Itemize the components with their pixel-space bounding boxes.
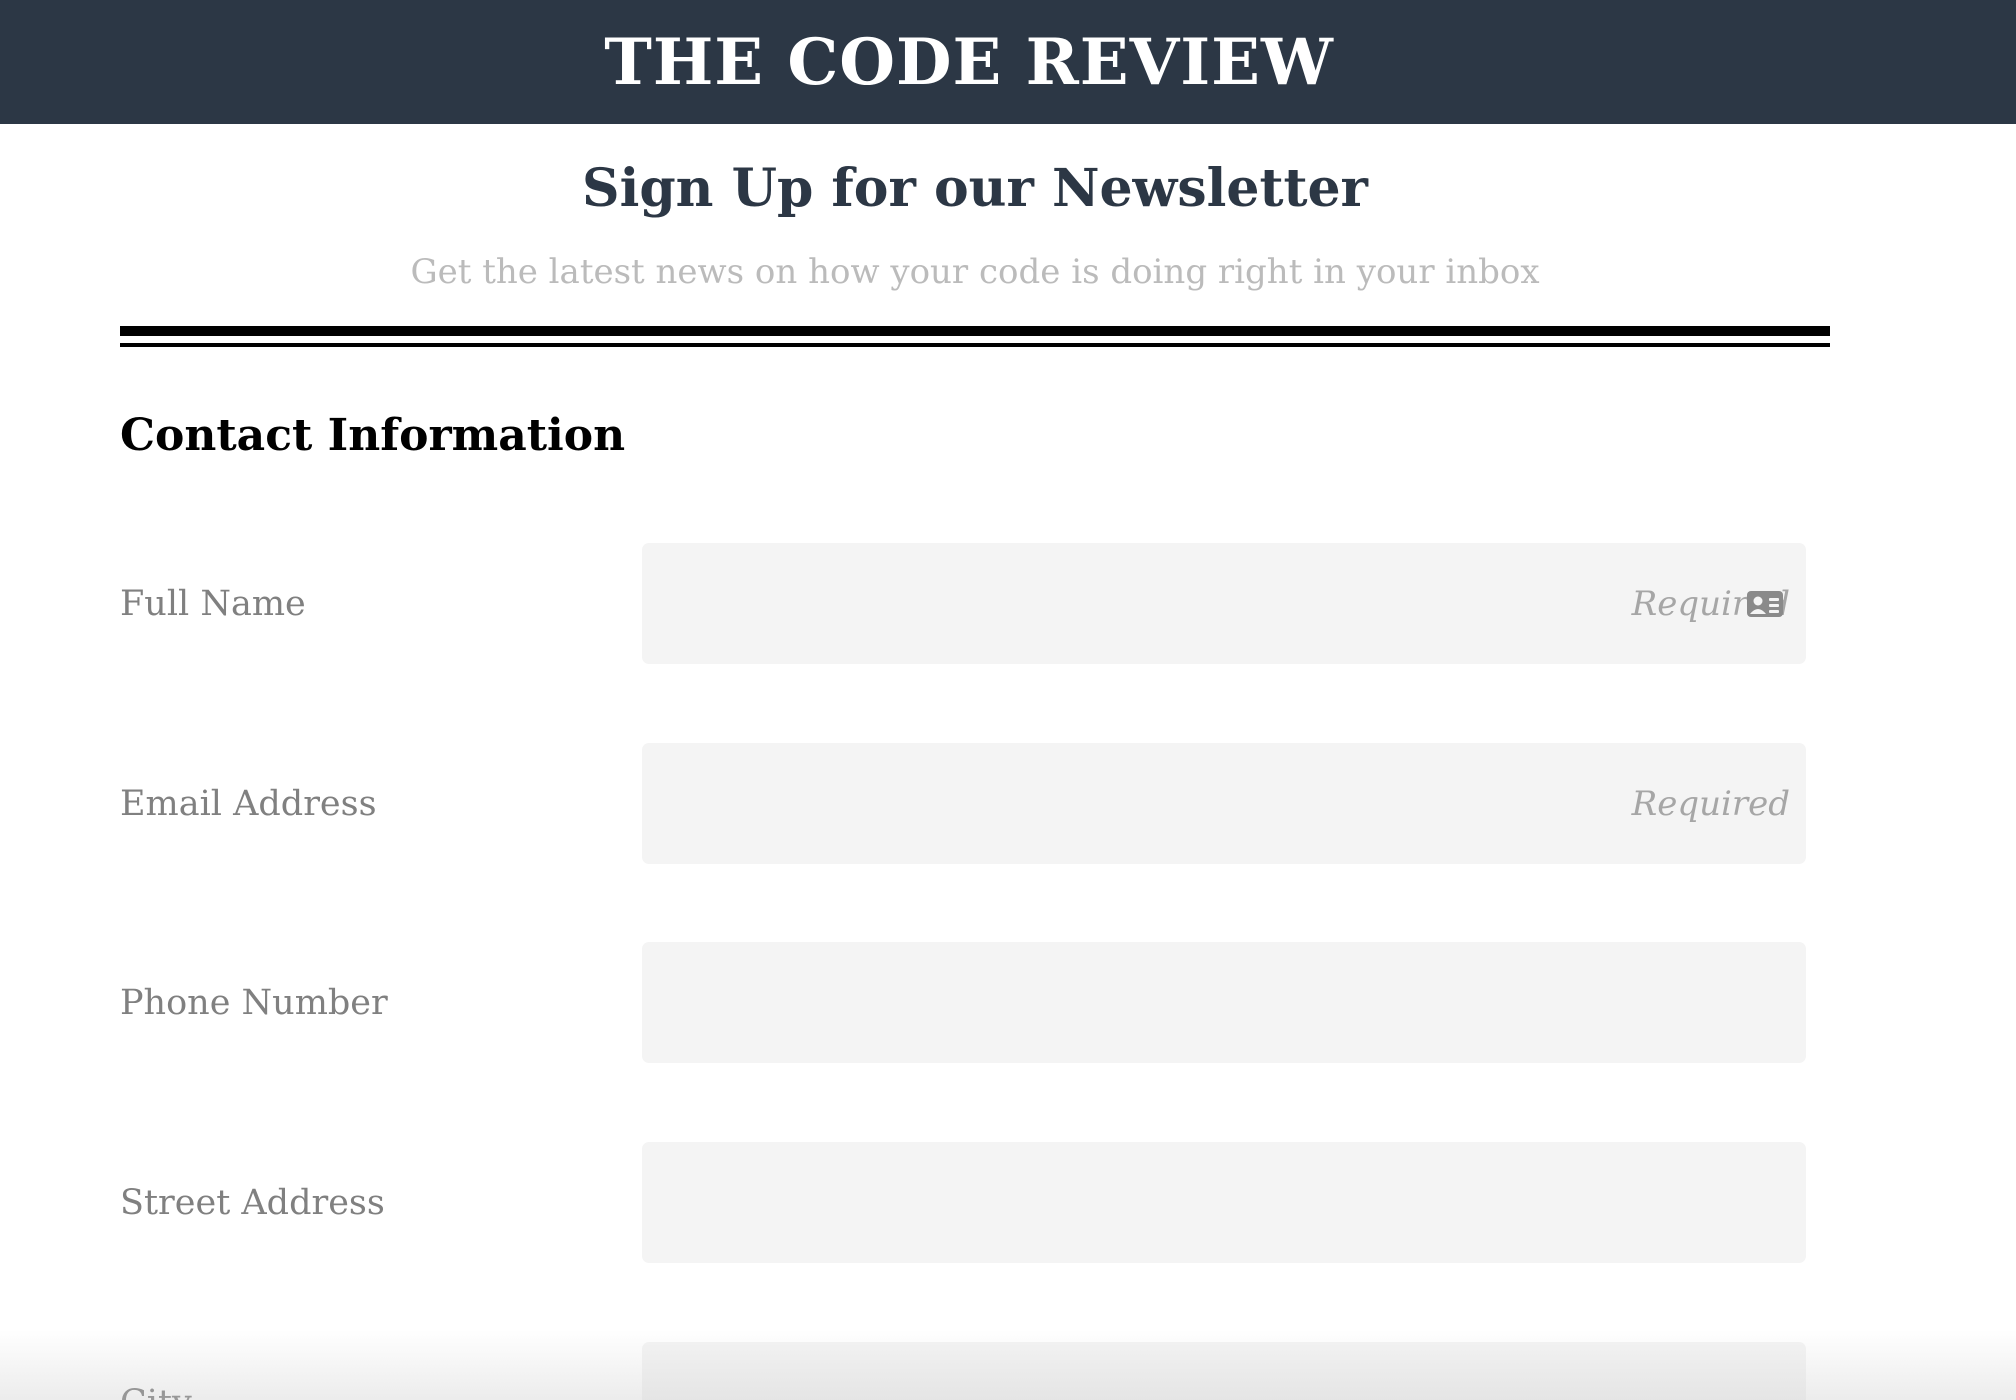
email-address-label: Email Address [120,783,377,824]
phone-number-row: Phone Number [120,942,1806,1063]
site-title: THE CODE REVIEW [604,24,1334,100]
full-name-input[interactable] [642,543,1806,664]
street-address-row: Street Address [120,1142,1806,1263]
full-name-row: Full Name [120,543,1806,664]
signup-title: Sign Up for our Newsletter [582,158,1368,219]
contact-information-heading: Contact Information [120,410,626,461]
street-address-label: Street Address [120,1182,385,1223]
city-input[interactable] [642,1342,1806,1400]
signup-subtitle: Get the latest news on how your code is … [410,252,1540,292]
newsletter-page: THE CODE REVIEW Sign Up for our Newslett… [0,0,2016,1400]
email-address-row: Email Address [120,743,1806,864]
phone-number-label: Phone Number [120,982,388,1023]
phone-number-input[interactable] [642,942,1806,1063]
street-address-input[interactable] [642,1142,1806,1263]
contact-card-icon[interactable] [1746,589,1784,619]
city-row: City [120,1342,1806,1400]
double-divider [120,326,1830,347]
site-header: THE CODE REVIEW [0,0,2016,124]
full-name-label: Full Name [120,583,306,624]
city-label: City [120,1383,192,1400]
email-address-input[interactable] [642,743,1806,864]
